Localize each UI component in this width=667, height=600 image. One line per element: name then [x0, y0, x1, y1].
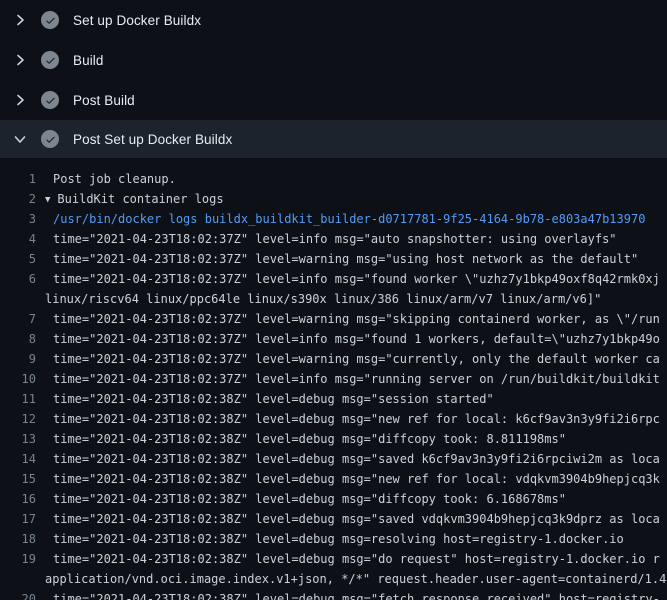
group-collapse-marker-icon[interactable]: ▼: [45, 195, 50, 205]
log-row: 20 time="2021-04-23T18:02:38Z" level=debu…: [0, 589, 667, 600]
log-row: 1 Post job cleanup.: [0, 169, 667, 189]
check-circle-icon: [41, 130, 59, 148]
step-row-build[interactable]: Build: [0, 40, 667, 80]
log-text: time="2021-04-23T18:02:38Z" level=debug …: [53, 552, 660, 566]
log-row: 16 time="2021-04-23T18:02:38Z" level=debu…: [0, 489, 667, 509]
chevron-right-icon[interactable]: [12, 12, 28, 28]
log-row: 4 time="2021-04-23T18:02:37Z" level=info …: [0, 229, 667, 249]
step-label: Set up Docker Buildx: [73, 13, 201, 28]
log-text: Post job cleanup.: [53, 172, 176, 186]
line-number[interactable]: 13: [0, 432, 36, 446]
log-text: time="2021-04-23T18:02:37Z" level=info m…: [53, 232, 617, 246]
log-row: 15 time="2021-04-23T18:02:38Z" level=debu…: [0, 469, 667, 489]
group-label: BuildKit container logs: [57, 192, 223, 206]
log-row: linux/riscv64 linux/ppc64le linux/s390x …: [0, 289, 667, 309]
log-text: time="2021-04-23T18:02:37Z" level=warnin…: [53, 352, 660, 366]
step-row-set-up-docker-buildx[interactable]: Set up Docker Buildx: [0, 0, 667, 40]
steps-list: Set up Docker Buildx Build Post Build Po…: [0, 0, 667, 158]
log-text: time="2021-04-23T18:02:38Z" level=debug …: [53, 532, 624, 546]
log-text: time="2021-04-23T18:02:37Z" level=info m…: [53, 332, 660, 346]
log-row: 10 time="2021-04-23T18:02:37Z" level=info…: [0, 369, 667, 389]
log-row: 3/usr/bin/docker logs buildx_buildkit_bu…: [0, 209, 667, 229]
log-row: 14 time="2021-04-23T18:02:38Z" level=debu…: [0, 449, 667, 469]
line-number[interactable]: 3: [0, 212, 36, 226]
log-text: time="2021-04-23T18:02:37Z" level=warnin…: [53, 252, 638, 266]
line-number[interactable]: 2: [0, 192, 36, 206]
line-number[interactable]: 12: [0, 412, 36, 426]
log-row: 5 time="2021-04-23T18:02:37Z" level=warni…: [0, 249, 667, 269]
line-number[interactable]: 4: [0, 232, 36, 246]
check-circle-icon: [41, 91, 59, 109]
log-text[interactable]: ▼ BuildKit container logs: [45, 192, 224, 206]
line-number[interactable]: 20: [0, 592, 36, 600]
check-circle-icon: [41, 51, 59, 69]
line-number[interactable]: 17: [0, 512, 36, 526]
step-row-post-set-up-docker-buildx[interactable]: Post Set up Docker Buildx: [0, 120, 667, 158]
line-number[interactable]: 15: [0, 472, 36, 486]
log-text: time="2021-04-23T18:02:38Z" level=debug …: [53, 492, 566, 506]
log-text: time="2021-04-23T18:02:38Z" level=debug …: [53, 432, 566, 446]
line-number[interactable]: 5: [0, 252, 36, 266]
line-number[interactable]: 8: [0, 332, 36, 346]
log-text: linux/riscv64 linux/ppc64le linux/s390x …: [45, 292, 601, 306]
log-row: 6 time="2021-04-23T18:02:37Z" level=info …: [0, 269, 667, 289]
log-row: 18 time="2021-04-23T18:02:38Z" level=debu…: [0, 529, 667, 549]
log-row: application/vnd.oci.image.index.v1+json,…: [0, 569, 667, 589]
chevron-down-icon[interactable]: [12, 131, 28, 147]
log-row: 13 time="2021-04-23T18:02:38Z" level=debu…: [0, 429, 667, 449]
log-text: time="2021-04-23T18:02:37Z" level=warnin…: [53, 312, 660, 326]
log-lines: 1 Post job cleanup. 2 ▼ BuildKit container l…: [0, 158, 667, 600]
log-text: time="2021-04-23T18:02:38Z" level=debug …: [53, 472, 660, 486]
log-text: application/vnd.oci.image.index.v1+json,…: [45, 572, 666, 586]
log-text: time="2021-04-23T18:02:38Z" level=debug …: [53, 512, 660, 526]
log-text: time="2021-04-23T18:02:38Z" level=debug …: [53, 392, 494, 406]
step-label: Post Build: [73, 93, 135, 108]
line-number[interactable]: 1: [0, 172, 36, 186]
log-row: 12 time="2021-04-23T18:02:38Z" level=debu…: [0, 409, 667, 429]
log-text: time="2021-04-23T18:02:38Z" level=debug …: [53, 592, 660, 600]
log-row: 19 time="2021-04-23T18:02:38Z" level=debu…: [0, 549, 667, 569]
line-number[interactable]: 19: [0, 552, 36, 566]
log-row: 8 time="2021-04-23T18:02:37Z" level=info …: [0, 329, 667, 349]
log-text: time="2021-04-23T18:02:38Z" level=debug …: [53, 412, 660, 426]
log-text: time="2021-04-23T18:02:37Z" level=info m…: [53, 272, 660, 286]
log-row: 7 time="2021-04-23T18:02:37Z" level=warni…: [0, 309, 667, 329]
log-row: 11 time="2021-04-23T18:02:38Z" level=debu…: [0, 389, 667, 409]
log-command-text: /usr/bin/docker logs buildx_buildkit_bui…: [53, 212, 645, 226]
log-row: 9 time="2021-04-23T18:02:37Z" level=warni…: [0, 349, 667, 369]
line-number[interactable]: 11: [0, 392, 36, 406]
line-number[interactable]: 10: [0, 372, 36, 386]
log-row: 2 ▼ BuildKit container logs: [0, 189, 667, 209]
chevron-right-icon[interactable]: [12, 52, 28, 68]
line-number[interactable]: 6: [0, 272, 36, 286]
step-label: Post Set up Docker Buildx: [73, 132, 232, 147]
log-text: time="2021-04-23T18:02:37Z" level=info m…: [53, 372, 660, 386]
line-number[interactable]: 7: [0, 312, 36, 326]
log-text: time="2021-04-23T18:02:38Z" level=debug …: [53, 452, 660, 466]
line-number[interactable]: 18: [0, 532, 36, 546]
chevron-right-icon[interactable]: [12, 92, 28, 108]
check-circle-icon: [41, 11, 59, 29]
log-row: 17 time="2021-04-23T18:02:38Z" level=debu…: [0, 509, 667, 529]
line-number[interactable]: 14: [0, 452, 36, 466]
line-number[interactable]: 9: [0, 352, 36, 366]
line-number[interactable]: 16: [0, 492, 36, 506]
step-label: Build: [73, 53, 104, 68]
step-row-post-build[interactable]: Post Build: [0, 80, 667, 120]
